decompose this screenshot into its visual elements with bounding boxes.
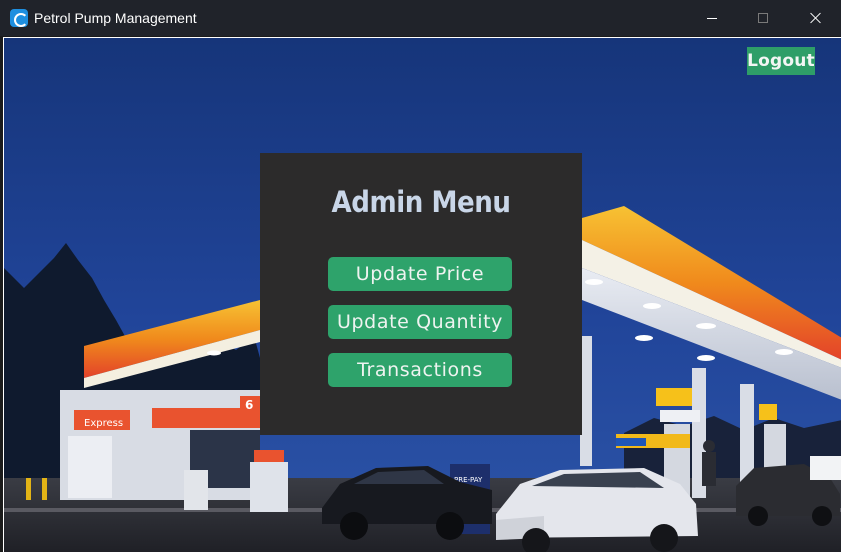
white-car-wheel-2: [650, 524, 678, 552]
person-head: [703, 440, 715, 452]
pump-sign-yellow-2: [759, 404, 777, 420]
admin-menu-panel: Admin Menu Update Price Update Quantity …: [260, 153, 582, 435]
pump-sign-white: [660, 410, 700, 422]
update-price-button[interactable]: Update Price: [328, 257, 512, 291]
minimize-icon: [707, 17, 717, 19]
pump-left-2-top: [254, 450, 284, 462]
black-car-wheel-2: [436, 512, 464, 540]
canopy-blue-band: [616, 438, 646, 446]
white-truck-right: [810, 456, 841, 480]
bollard-1: [26, 478, 31, 500]
window-title: Petrol Pump Management: [34, 10, 197, 26]
person-silhouette: [702, 452, 716, 486]
maximize-button[interactable]: [740, 0, 786, 36]
logout-button[interactable]: Logout: [747, 47, 815, 75]
pump-left-2: [250, 462, 288, 512]
store-door: [68, 436, 112, 498]
bollard-2: [42, 478, 47, 500]
update-quantity-button[interactable]: Update Quantity: [328, 305, 512, 339]
app-window-content: Express 6 PRE-PAY Logout Admin Menu Upda…: [3, 37, 841, 552]
price-sign-digit: 6: [245, 398, 253, 412]
close-button[interactable]: [792, 0, 838, 36]
dark-car-wheel-2: [812, 506, 832, 526]
transactions-button[interactable]: Transactions: [328, 353, 512, 387]
pump-left-1: [184, 470, 208, 510]
pump-sign-yellow-1: [656, 388, 692, 406]
store-sign-text: Express: [84, 418, 123, 429]
black-car-wheel-1: [340, 512, 368, 540]
app-icon: [10, 9, 28, 27]
window-titlebar: Petrol Pump Management: [0, 0, 841, 36]
minimize-button[interactable]: [689, 0, 735, 36]
dark-car-wheel-1: [748, 506, 768, 526]
admin-menu-title: Admin Menu: [331, 185, 511, 219]
maximize-icon: [758, 13, 768, 23]
close-icon: [809, 12, 821, 24]
